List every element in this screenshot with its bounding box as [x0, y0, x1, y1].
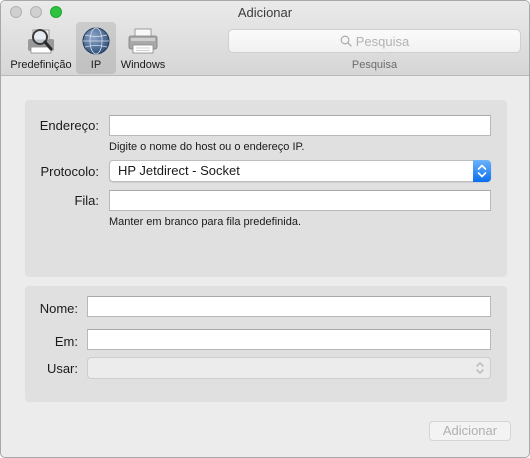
search-input[interactable]: Pesquisa	[228, 29, 521, 53]
search-caption: Pesquisa	[351, 59, 398, 71]
location-label: Em:	[54, 334, 78, 349]
window-title: Adicionar	[237, 5, 293, 20]
location-field[interactable]	[87, 329, 491, 350]
globe-icon	[82, 27, 110, 55]
toolbar-label-windows: Windows	[120, 59, 166, 71]
toolbar-default[interactable]: Predefinição	[7, 22, 75, 74]
windows-printer-icon	[128, 28, 158, 54]
queue-label: Fila:	[74, 193, 99, 208]
add-printer-window: Adicionar Predefinição IP Windows Pesqui…	[0, 0, 530, 458]
name-field[interactable]	[87, 296, 491, 317]
chevron-updown-icon	[477, 164, 487, 178]
protocol-label: Protocolo:	[40, 164, 99, 179]
toolbar-ip[interactable]: IP	[76, 22, 116, 74]
protocol-popup[interactable]: HP Jetdirect - Socket	[109, 160, 491, 182]
use-popup[interactable]	[87, 357, 491, 379]
use-label: Usar:	[46, 361, 78, 376]
titlebar: Adicionar Predefinição IP Windows Pesqui…	[1, 1, 529, 76]
toolbar-label-ip: IP	[90, 59, 102, 71]
address-hint: Digite o nome do host ou o endereço IP.	[109, 141, 305, 153]
address-field[interactable]	[109, 115, 491, 136]
search-placeholder: Pesquisa	[355, 33, 410, 49]
queue-hint: Manter em branco para fila predefinida.	[109, 216, 301, 228]
popup-arrows	[473, 160, 491, 182]
queue-field[interactable]	[109, 190, 491, 211]
protocol-value: HP Jetdirect - Socket	[118, 163, 240, 178]
chevron-updown-icon	[476, 362, 484, 374]
default-printer-icon	[28, 29, 54, 54]
name-label: Nome:	[39, 301, 78, 316]
toolbar-windows[interactable]: Windows	[117, 22, 169, 74]
search-icon	[340, 35, 352, 47]
toolbar-label-default: Predefinição	[10, 59, 72, 71]
address-label: Endereço:	[39, 118, 99, 133]
popup-arrows-disabled	[472, 358, 488, 378]
add-button[interactable]: Adicionar	[429, 421, 511, 441]
